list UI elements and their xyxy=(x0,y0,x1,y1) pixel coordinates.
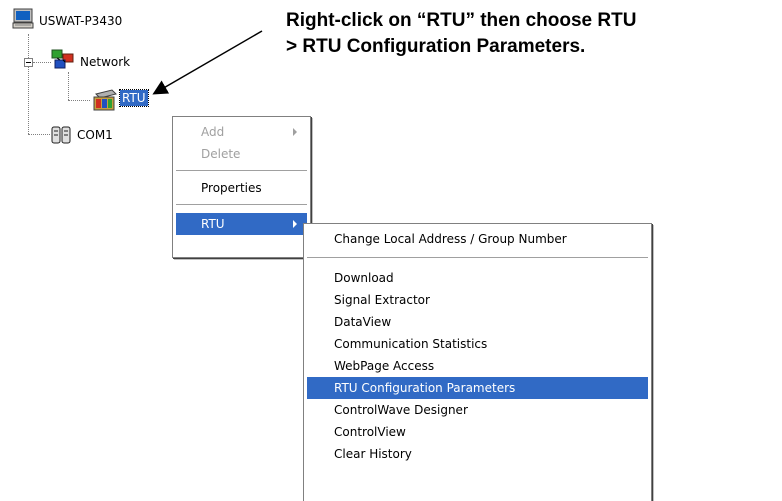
submenu-item-label: DataView xyxy=(334,315,392,329)
submenu-item-clear-history[interactable]: Clear History xyxy=(307,443,648,465)
submenu-item-label: WebPage Access xyxy=(334,359,435,373)
submenu-item-signal-extractor[interactable]: Signal Extractor xyxy=(307,289,648,311)
rtu-submenu: Change Local Address / Group Number Down… xyxy=(303,223,652,501)
submenu-item-communication-statistics[interactable]: Communication Statistics xyxy=(307,333,648,355)
submenu-item-download[interactable]: Download xyxy=(307,267,648,289)
menu-separator xyxy=(176,170,307,172)
menu-separator xyxy=(176,204,307,206)
context-menu: Add Delete Properties RTU xyxy=(172,116,311,258)
submenu-item-label: Download xyxy=(334,271,394,285)
menu-item-add[interactable]: Add xyxy=(176,121,307,143)
submenu-item-label: RTU Configuration Parameters xyxy=(334,381,516,395)
submenu-item-dataview[interactable]: DataView xyxy=(307,311,648,333)
submenu-item-label: Signal Extractor xyxy=(334,293,430,307)
submenu-item-change-local-address[interactable]: Change Local Address / Group Number xyxy=(307,228,648,250)
callout-line-2: > RTU Configuration Parameters. xyxy=(286,36,586,57)
menu-item-add-label: Add xyxy=(201,125,225,139)
menu-item-properties-label: Properties xyxy=(201,181,262,195)
submenu-item-webpage-access[interactable]: WebPage Access xyxy=(307,355,648,377)
callout-line-1: Right-click on “RTU” then choose RTU xyxy=(286,10,637,31)
submenu-item-label: Clear History xyxy=(334,447,412,461)
submenu-item-controlwave-designer[interactable]: ControlWave Designer xyxy=(307,399,648,421)
submenu-arrow-icon xyxy=(293,220,297,228)
submenu-item-label: ControlView xyxy=(334,425,406,439)
menu-item-rtu-label: RTU xyxy=(201,217,225,231)
submenu-item-label: Change Local Address / Group Number xyxy=(334,232,567,246)
submenu-item-label: ControlWave Designer xyxy=(334,403,468,417)
menu-separator xyxy=(307,257,648,259)
menu-item-delete[interactable]: Delete xyxy=(176,143,307,165)
submenu-arrow-icon xyxy=(293,128,297,136)
submenu-item-rtu-configuration-parameters[interactable]: RTU Configuration Parameters xyxy=(307,377,648,399)
menu-item-properties[interactable]: Properties xyxy=(176,177,307,199)
submenu-item-label: Communication Statistics xyxy=(334,337,488,351)
menu-item-rtu[interactable]: RTU xyxy=(176,213,307,235)
submenu-item-controlview[interactable]: ControlView xyxy=(307,421,648,443)
instruction-callout: Right-click on “RTU” then choose RTU > R… xyxy=(286,8,776,60)
menu-item-delete-label: Delete xyxy=(201,147,241,161)
